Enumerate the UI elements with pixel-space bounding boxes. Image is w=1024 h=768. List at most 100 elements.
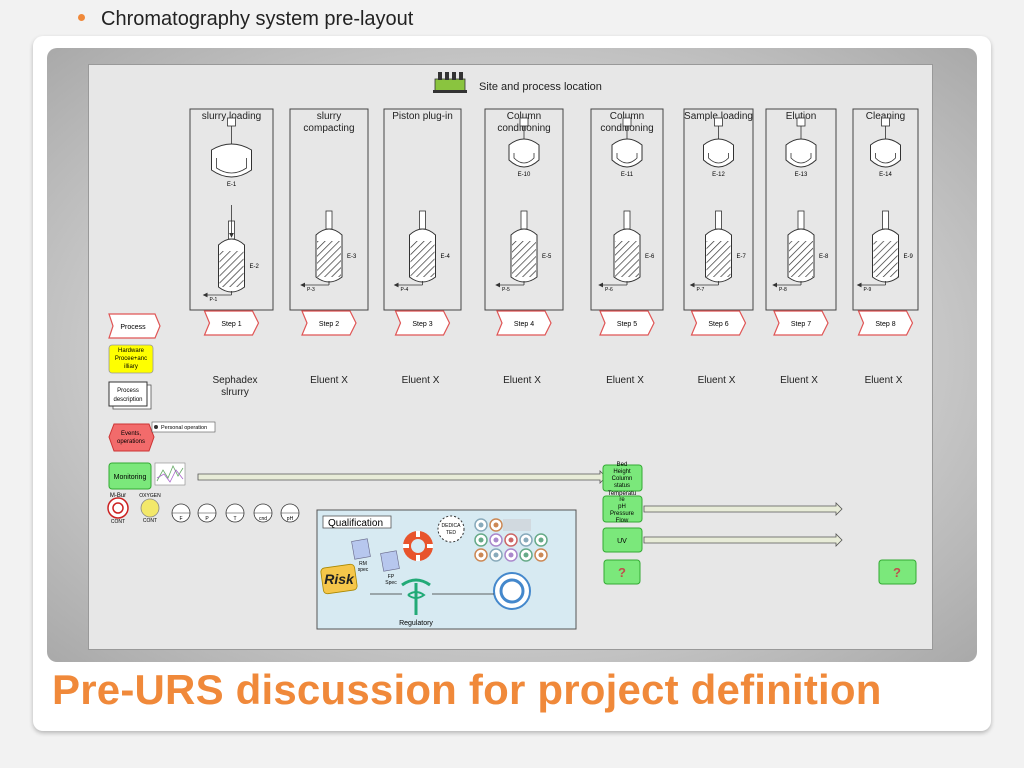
monitor-bed-height: Bed Height Column status xyxy=(602,462,643,492)
eluent-label: Eluent X xyxy=(310,375,348,386)
svg-text:CONT: CONT xyxy=(111,519,125,525)
qualification-panel: Qualification DEDICA TED RM spec FP Spec R… xyxy=(316,509,577,630)
legend-personal-operation: Personal operation xyxy=(151,421,216,433)
monitor-uv: UV xyxy=(602,527,843,553)
sensor-cnd-icon: cnd xyxy=(253,503,273,523)
sensor-p-icon: P xyxy=(197,503,217,523)
step-4: Step 4 xyxy=(496,310,552,336)
svg-text:Monitoring: Monitoring xyxy=(114,474,147,481)
step-2: Step 2 xyxy=(301,310,357,336)
svg-text:Qualification: Qualification xyxy=(328,518,383,529)
pump-tag: P-9 xyxy=(864,287,872,293)
chart-thumbnail xyxy=(154,462,186,486)
column-tag: E-8 xyxy=(819,254,829,260)
diagram-header: Site and process location xyxy=(479,81,602,93)
eluent-label: Eluent X xyxy=(698,375,736,386)
svg-text:CONT: CONT xyxy=(143,518,157,524)
vessel-tag: E-12 xyxy=(712,172,725,178)
eluent-label: Sephadex slrurry xyxy=(212,375,257,398)
column-tag: E-9 xyxy=(904,254,914,260)
risk-icon: Risk xyxy=(320,563,358,595)
legend-hardware: Hardware Procee+anc illiary xyxy=(108,344,154,374)
pump-tag: P-1 xyxy=(210,297,218,303)
step-8: Step 8 xyxy=(857,310,914,336)
monitor-process-params: Temperatu re pH Pressure Flow xyxy=(602,491,843,524)
factory-icon xyxy=(433,72,467,93)
svg-text:OXYGEN: OXYGEN xyxy=(139,493,161,499)
step-5: Step 5 xyxy=(599,310,655,336)
process-column-1: slurry loadingE-1P-1E-2 xyxy=(189,108,274,311)
sensor-ph-icon: pH xyxy=(280,503,300,523)
svg-text:T: T xyxy=(233,516,236,522)
lifebuoy-icon xyxy=(403,531,433,561)
qualification-badge-icon xyxy=(504,533,518,547)
biohazard-icon: M-Bur CONT xyxy=(107,493,129,525)
column-tag: E-5 xyxy=(542,254,552,260)
vessel-tag: E-1 xyxy=(227,182,237,188)
legend-monitoring: Monitoring xyxy=(108,462,152,490)
svg-text:M-Bur: M-Bur xyxy=(110,493,126,499)
qualification-badge-icon xyxy=(534,533,548,547)
svg-text:F: F xyxy=(179,516,182,522)
eluent-label: Eluent X xyxy=(606,375,644,386)
svg-text:Personal operation: Personal operation xyxy=(161,425,207,431)
pump-tag: P-7 xyxy=(697,287,705,293)
svg-text:Step 7: Step 7 xyxy=(791,321,811,328)
sensor-f-icon: F xyxy=(171,503,191,523)
qualification-badge-icon xyxy=(474,518,488,532)
process-column-5: Column conditioningE-11P-6E-6 xyxy=(590,108,664,311)
svg-text:Step 3: Step 3 xyxy=(412,321,432,328)
legend-events: Events, operations xyxy=(108,423,155,452)
column-tag: E-4 xyxy=(441,254,451,260)
step-3: Step 3 xyxy=(394,310,451,336)
dedicated-gear-icon: DEDICA TED xyxy=(437,515,465,543)
column-tag: E-3 xyxy=(347,254,357,260)
sensor-t-icon: T xyxy=(225,503,245,523)
svg-text:cnd: cnd xyxy=(259,516,267,522)
qualification-badge-icon xyxy=(489,518,503,532)
step-7: Step 7 xyxy=(773,310,829,336)
svg-text:Regulatory: Regulatory xyxy=(399,620,433,627)
step-6: Step 6 xyxy=(690,310,747,336)
legend-process: Process xyxy=(108,313,161,339)
vessel-tag: E-10 xyxy=(518,172,531,178)
oxygen-icon: OXYGEN CONT xyxy=(139,493,161,524)
svg-text:?: ? xyxy=(618,565,626,580)
step-1: Step 1 xyxy=(203,310,260,336)
column-tag: E-6 xyxy=(645,254,655,260)
svg-text:Process: Process xyxy=(120,324,146,331)
svg-text:Step 6: Step 6 xyxy=(708,321,728,328)
qualification-badge-icon xyxy=(519,548,533,562)
svg-text:Step 5: Step 5 xyxy=(617,321,637,328)
eluent-label: Eluent X xyxy=(503,375,541,386)
qualification-badge-icon xyxy=(489,548,503,562)
eluent-label: Eluent X xyxy=(865,375,903,386)
pump-tag: P-5 xyxy=(502,287,510,293)
svg-text:UV: UV xyxy=(617,538,627,545)
svg-text:Step 4: Step 4 xyxy=(514,321,534,328)
vessel-tag: E-14 xyxy=(879,172,892,178)
svg-text:Step 8: Step 8 xyxy=(875,321,895,328)
monitoring-arrow xyxy=(197,470,607,484)
svg-text:Risk: Risk xyxy=(324,571,355,587)
qualification-badge-icon xyxy=(489,533,503,547)
pump-tag: P-3 xyxy=(307,287,315,293)
svg-text:TED: TED xyxy=(446,530,456,536)
qualification-badge-icon xyxy=(504,548,518,562)
slide-title: Pre-URS discussion for project definitio… xyxy=(52,666,882,713)
process-column-3: Piston plug-in P-4 E-4 xyxy=(383,108,462,311)
vessel-tag: E-11 xyxy=(621,172,634,178)
pump-tag: P-4 xyxy=(401,287,409,293)
qualification-badge-icon xyxy=(474,548,488,562)
pump-tag: P-8 xyxy=(779,287,787,293)
legend-description: Process description xyxy=(108,381,152,410)
process-column-7: ElutionE-13P-8E-8 xyxy=(765,108,837,311)
column-tag: E-2 xyxy=(250,264,260,270)
qualification-badge-icon xyxy=(534,548,548,562)
unknown-box-1: ? xyxy=(603,559,641,585)
unknown-box-2: ? xyxy=(878,559,917,585)
eluent-label: Eluent X xyxy=(402,375,440,386)
svg-text:pH: pH xyxy=(287,516,294,522)
svg-text:Step 1: Step 1 xyxy=(221,321,241,328)
quality-seal-icon xyxy=(493,572,531,610)
